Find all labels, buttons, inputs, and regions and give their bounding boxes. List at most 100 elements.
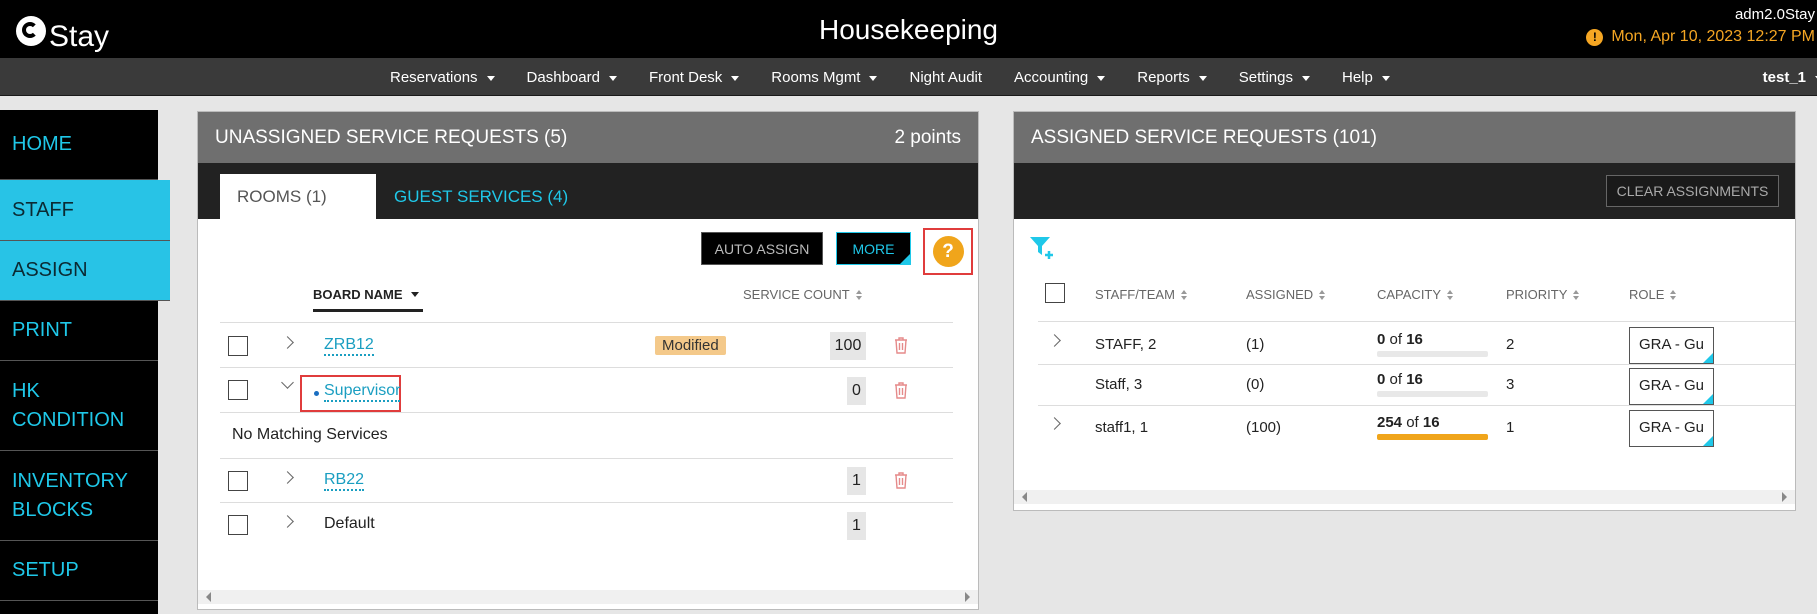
role-select[interactable]: GRA - Gu: [1629, 327, 1714, 364]
caret-down-icon: [1198, 75, 1207, 81]
row-divider: [220, 322, 953, 323]
select-all-checkbox[interactable]: [1045, 283, 1065, 303]
tab-guest-services[interactable]: GUEST SERVICES (4): [394, 174, 568, 219]
assigned-header: ASSIGNED SERVICE REQUESTS (101): [1014, 112, 1795, 163]
sidebar-item-more[interactable]: [0, 601, 158, 614]
chevron-down-icon[interactable]: [281, 376, 294, 389]
nav-help[interactable]: Help: [1342, 69, 1390, 86]
status-badge: Modified: [655, 336, 726, 355]
more-button[interactable]: MORE: [836, 232, 911, 265]
caret-down-icon: [608, 75, 617, 81]
column-staff-team[interactable]: STAFF/TEAM: [1095, 287, 1187, 302]
sidebar-item-assign[interactable]: ASSIGN: [0, 241, 170, 301]
user-menu[interactable]: test_1: [1763, 58, 1817, 96]
top-bar: Stay Housekeeping adm2.0Stay ! Mon, Apr …: [0, 0, 1817, 58]
row-checkbox[interactable]: [228, 471, 248, 491]
unassigned-header: UNASSIGNED SERVICE REQUESTS (5) 2 points: [198, 112, 978, 163]
role-select[interactable]: GRA - Gu: [1629, 410, 1714, 447]
chevron-right-icon[interactable]: [1048, 334, 1061, 347]
capacity-meter: 0 of 16: [1377, 331, 1488, 357]
nav-accounting[interactable]: Accounting: [1014, 69, 1106, 86]
service-count: 0: [847, 377, 866, 405]
caret-down-icon: [1097, 75, 1106, 81]
sidebar-item-home[interactable]: HOME: [0, 110, 158, 180]
trash-icon[interactable]: [894, 472, 908, 489]
column-assigned[interactable]: ASSIGNED: [1246, 287, 1326, 302]
unassigned-title: UNASSIGNED SERVICE REQUESTS (5): [215, 126, 568, 148]
column-capacity[interactable]: CAPACITY: [1377, 287, 1454, 302]
priority-value: 1: [1506, 419, 1515, 436]
chevron-right-icon[interactable]: [281, 471, 294, 484]
chevron-right-icon[interactable]: [281, 336, 294, 349]
nav-dashboard[interactable]: Dashboard: [527, 69, 617, 86]
nav-night-audit[interactable]: Night Audit: [909, 69, 982, 86]
board-link-supervisor[interactable]: Supervisor: [324, 382, 401, 402]
bullet-dot: [314, 391, 319, 396]
nav-reservations[interactable]: Reservations: [390, 69, 495, 86]
help-icon[interactable]: ?: [932, 236, 964, 267]
caret-down-icon: [869, 75, 878, 81]
help-highlight: ?: [923, 228, 973, 275]
scroll-right-icon[interactable]: [965, 592, 970, 602]
sidebar-item-setup[interactable]: SETUP: [0, 541, 158, 601]
row-divider: [220, 367, 953, 368]
sidebar-item-print[interactable]: PRINT: [0, 301, 158, 361]
caret-down-icon: [1301, 75, 1310, 81]
horizontal-scrollbar[interactable]: [1014, 490, 1795, 504]
column-priority[interactable]: PRIORITY: [1506, 287, 1580, 302]
row-divider: [220, 412, 953, 413]
assigned-count: (1): [1246, 336, 1265, 353]
corner-triangle-icon: [1703, 436, 1713, 446]
account-name: adm2.0Stay: [1734, 6, 1815, 23]
sort-indicator-bar: [313, 309, 423, 312]
sort-desc-icon: [410, 292, 419, 297]
nav-rooms-mgmt[interactable]: Rooms Mgmt: [771, 69, 878, 86]
nav-settings[interactable]: Settings: [1239, 69, 1310, 86]
role-select[interactable]: GRA - Gu: [1629, 368, 1714, 405]
unassigned-tab-bar: ROOMS (1) GUEST SERVICES (4): [198, 163, 978, 219]
scroll-right-icon[interactable]: [1782, 492, 1787, 502]
assigned-toolbar: CLEAR ASSIGNMENTS: [1014, 163, 1795, 219]
sidebar-item-staff[interactable]: STAFF: [0, 180, 170, 241]
nav-front-desk[interactable]: Front Desk: [649, 69, 740, 86]
sort-icon: [1447, 289, 1454, 300]
row-checkbox[interactable]: [228, 515, 248, 535]
page-title: Housekeeping: [818, 14, 999, 45]
column-board-name[interactable]: BOARD NAME: [313, 287, 419, 302]
row-checkbox[interactable]: [228, 380, 248, 400]
corner-triangle-icon: [900, 254, 910, 264]
chevron-right-icon[interactable]: [1048, 417, 1061, 430]
filter-add-icon[interactable]: [1028, 234, 1056, 262]
assigned-count: (100): [1246, 419, 1282, 436]
assigned-title: ASSIGNED SERVICE REQUESTS (101): [1031, 126, 1377, 148]
sort-icon: [1180, 289, 1187, 300]
board-link-rb22[interactable]: RB22: [324, 471, 365, 491]
scroll-left-icon[interactable]: [206, 592, 211, 602]
sidebar-item-inventory-blocks[interactable]: INVENTORY BLOCKS: [0, 451, 158, 541]
column-service-count[interactable]: SERVICE COUNT: [743, 287, 862, 302]
nav-reports[interactable]: Reports: [1137, 69, 1207, 86]
capacity-meter: 254 of 16: [1377, 414, 1488, 440]
row-checkbox[interactable]: [228, 336, 248, 356]
staff-name: STAFF, 2: [1095, 336, 1157, 353]
trash-icon[interactable]: [894, 337, 908, 354]
caret-down-icon: [486, 75, 495, 81]
assigned-panel: ASSIGNED SERVICE REQUESTS (101) CLEAR AS…: [1013, 111, 1796, 511]
chevron-right-icon[interactable]: [281, 515, 294, 528]
horizontal-scrollbar[interactable]: [198, 590, 978, 604]
row-divider: [1038, 321, 1795, 322]
trash-icon[interactable]: [894, 382, 908, 399]
clear-assignments-button[interactable]: CLEAR ASSIGNMENTS: [1606, 175, 1779, 207]
warning-icon: !: [1586, 28, 1604, 46]
column-role[interactable]: ROLE: [1629, 287, 1677, 302]
scroll-left-icon[interactable]: [1022, 492, 1027, 502]
tab-rooms[interactable]: ROOMS (1): [220, 174, 376, 219]
row-divider: [1038, 405, 1795, 406]
sidebar-item-hk-condition[interactable]: HK CONDITION: [0, 361, 158, 451]
corner-triangle-icon: [1703, 353, 1713, 363]
assigned-count: (0): [1246, 376, 1265, 393]
auto-assign-button[interactable]: AUTO ASSIGN: [701, 232, 823, 265]
board-link-zrb12[interactable]: ZRB12: [324, 336, 374, 356]
staff-name: Staff, 3: [1095, 376, 1143, 393]
caret-down-icon: [731, 75, 740, 81]
